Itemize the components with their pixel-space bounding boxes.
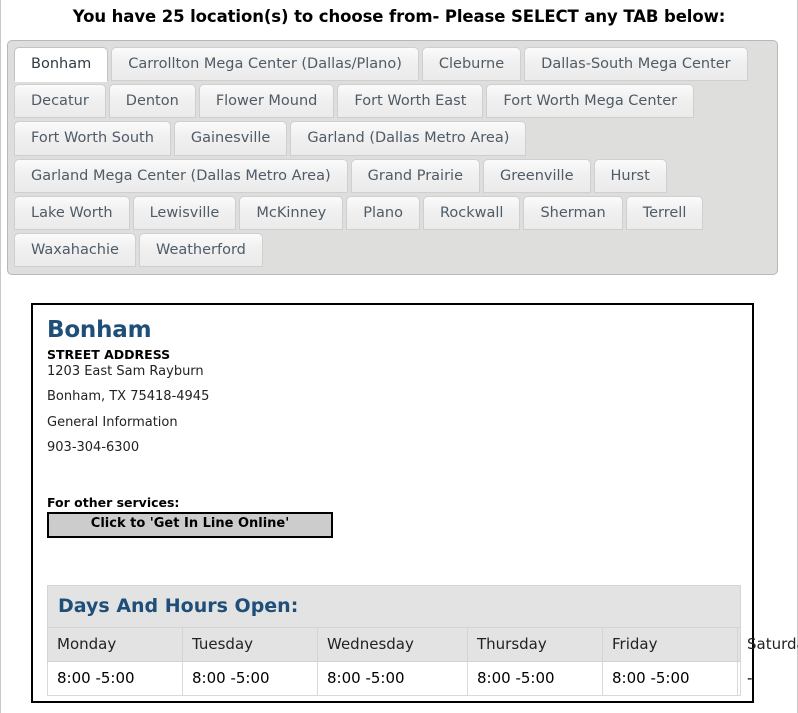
tab-denton[interactable]: Denton bbox=[108, 84, 196, 119]
hours-column-header: Thursday bbox=[467, 626, 603, 662]
tab-fort-worth-south[interactable]: Fort Worth South bbox=[14, 121, 171, 156]
tab-carrollton-mega-center-dallas-plano[interactable]: Carrollton Mega Center (Dallas/Plano) bbox=[111, 47, 419, 82]
tab-terrell[interactable]: Terrell bbox=[625, 195, 704, 231]
page-title: You have 25 location(s) to choose from- … bbox=[72, 7, 726, 26]
tab-hurst[interactable]: Hurst bbox=[593, 158, 667, 193]
tab-decatur[interactable]: Decatur bbox=[14, 84, 106, 119]
hours-table-caption: Days And Hours Open: bbox=[47, 584, 741, 627]
phone-number: 903-304-6300 bbox=[47, 440, 140, 456]
hours-cell: 8:00 -5:00 bbox=[317, 660, 468, 696]
location-name-heading: Bonham bbox=[47, 317, 152, 343]
hours-header-row: Monday Tuesday Wednesday Thursday Friday Satu… bbox=[47, 626, 798, 662]
hours-column-header: Wednesday bbox=[317, 626, 468, 662]
tab-grand-prairie[interactable]: Grand Prairie bbox=[350, 158, 480, 193]
hours-column-header: Tuesday bbox=[182, 626, 318, 662]
street-address-value: 1203 East Sam Rayburn bbox=[47, 363, 204, 379]
phone-label: General Information bbox=[47, 414, 178, 430]
street-address-label: STREET ADDRESS bbox=[47, 347, 171, 362]
tab-list: Bonham Carrollton Mega Center (Dallas/Pla… bbox=[14, 47, 771, 270]
hours-column-header: Friday bbox=[602, 626, 738, 662]
days-and-hours-table: Days And Hours Open: Monday Tuesday Wednes… bbox=[47, 584, 798, 696]
tab-fort-worth-mega-center[interactable]: Fort Worth Mega Center bbox=[486, 84, 695, 119]
tab-cleburne[interactable]: Cleburne bbox=[421, 47, 522, 82]
hours-body: 8:00 -5:00 8:00 -5:00 8:00 -5:00 8:00 -5:00… bbox=[47, 660, 752, 696]
tab-gainesville[interactable]: Gainesville bbox=[173, 121, 288, 156]
location-tabs-widget: Bonham Carrollton Mega Center (Dallas/Pla… bbox=[7, 40, 778, 276]
tab-waxahachie[interactable]: Waxahachie bbox=[14, 233, 136, 268]
get-in-line-online-button[interactable]: Click to 'Get In Line Online' bbox=[47, 511, 333, 538]
hours-cell: 8:00 -5:00 bbox=[467, 660, 603, 696]
hours-cell: 8:00 -5:00 bbox=[602, 660, 738, 696]
tab-dallas-south-mega-center[interactable]: Dallas-South Mega Center bbox=[524, 47, 748, 82]
tab-flower-mound[interactable]: Flower Mound bbox=[198, 84, 335, 119]
tab-weatherford[interactable]: Weatherford bbox=[138, 233, 263, 268]
tab-lake-worth[interactable]: Lake Worth bbox=[14, 195, 130, 231]
hours-cell: - bbox=[737, 660, 752, 696]
hours-cell: 8:00 -5:00 bbox=[47, 660, 183, 696]
tab-sherman[interactable]: Sherman bbox=[523, 195, 623, 231]
tab-lewisville[interactable]: Lewisville bbox=[132, 195, 237, 231]
hours-column-header: Monday bbox=[47, 626, 183, 662]
city-state-zip: Bonham, TX 75418-4945 bbox=[47, 389, 210, 405]
tab-greenville[interactable]: Greenville bbox=[483, 158, 591, 193]
tab-mckinney[interactable]: McKinney bbox=[239, 195, 344, 231]
hours-cell: 8:00 -5:00 bbox=[182, 660, 318, 696]
tab-rockwall[interactable]: Rockwall bbox=[423, 195, 521, 231]
tab-bonham[interactable]: Bonham bbox=[14, 47, 109, 83]
tab-plano[interactable]: Plano bbox=[346, 195, 420, 231]
location-detail-panel: Bonham STREET ADDRESS 1203 East Sam Rayb… bbox=[31, 303, 798, 703]
tab-garland-mega-center-dallas-metro-area[interactable]: Garland Mega Center (Dallas Metro Area) bbox=[14, 158, 348, 193]
hours-column-header: Saturday bbox=[737, 626, 798, 662]
tab-fort-worth-east[interactable]: Fort Worth East bbox=[337, 84, 484, 119]
other-services-label: For other services: bbox=[47, 494, 180, 510]
table-row: 8:00 -5:00 8:00 -5:00 8:00 -5:00 8:00 -5:00… bbox=[47, 660, 752, 696]
tab-garland-dallas-metro-area[interactable]: Garland (Dallas Metro Area) bbox=[290, 121, 527, 156]
